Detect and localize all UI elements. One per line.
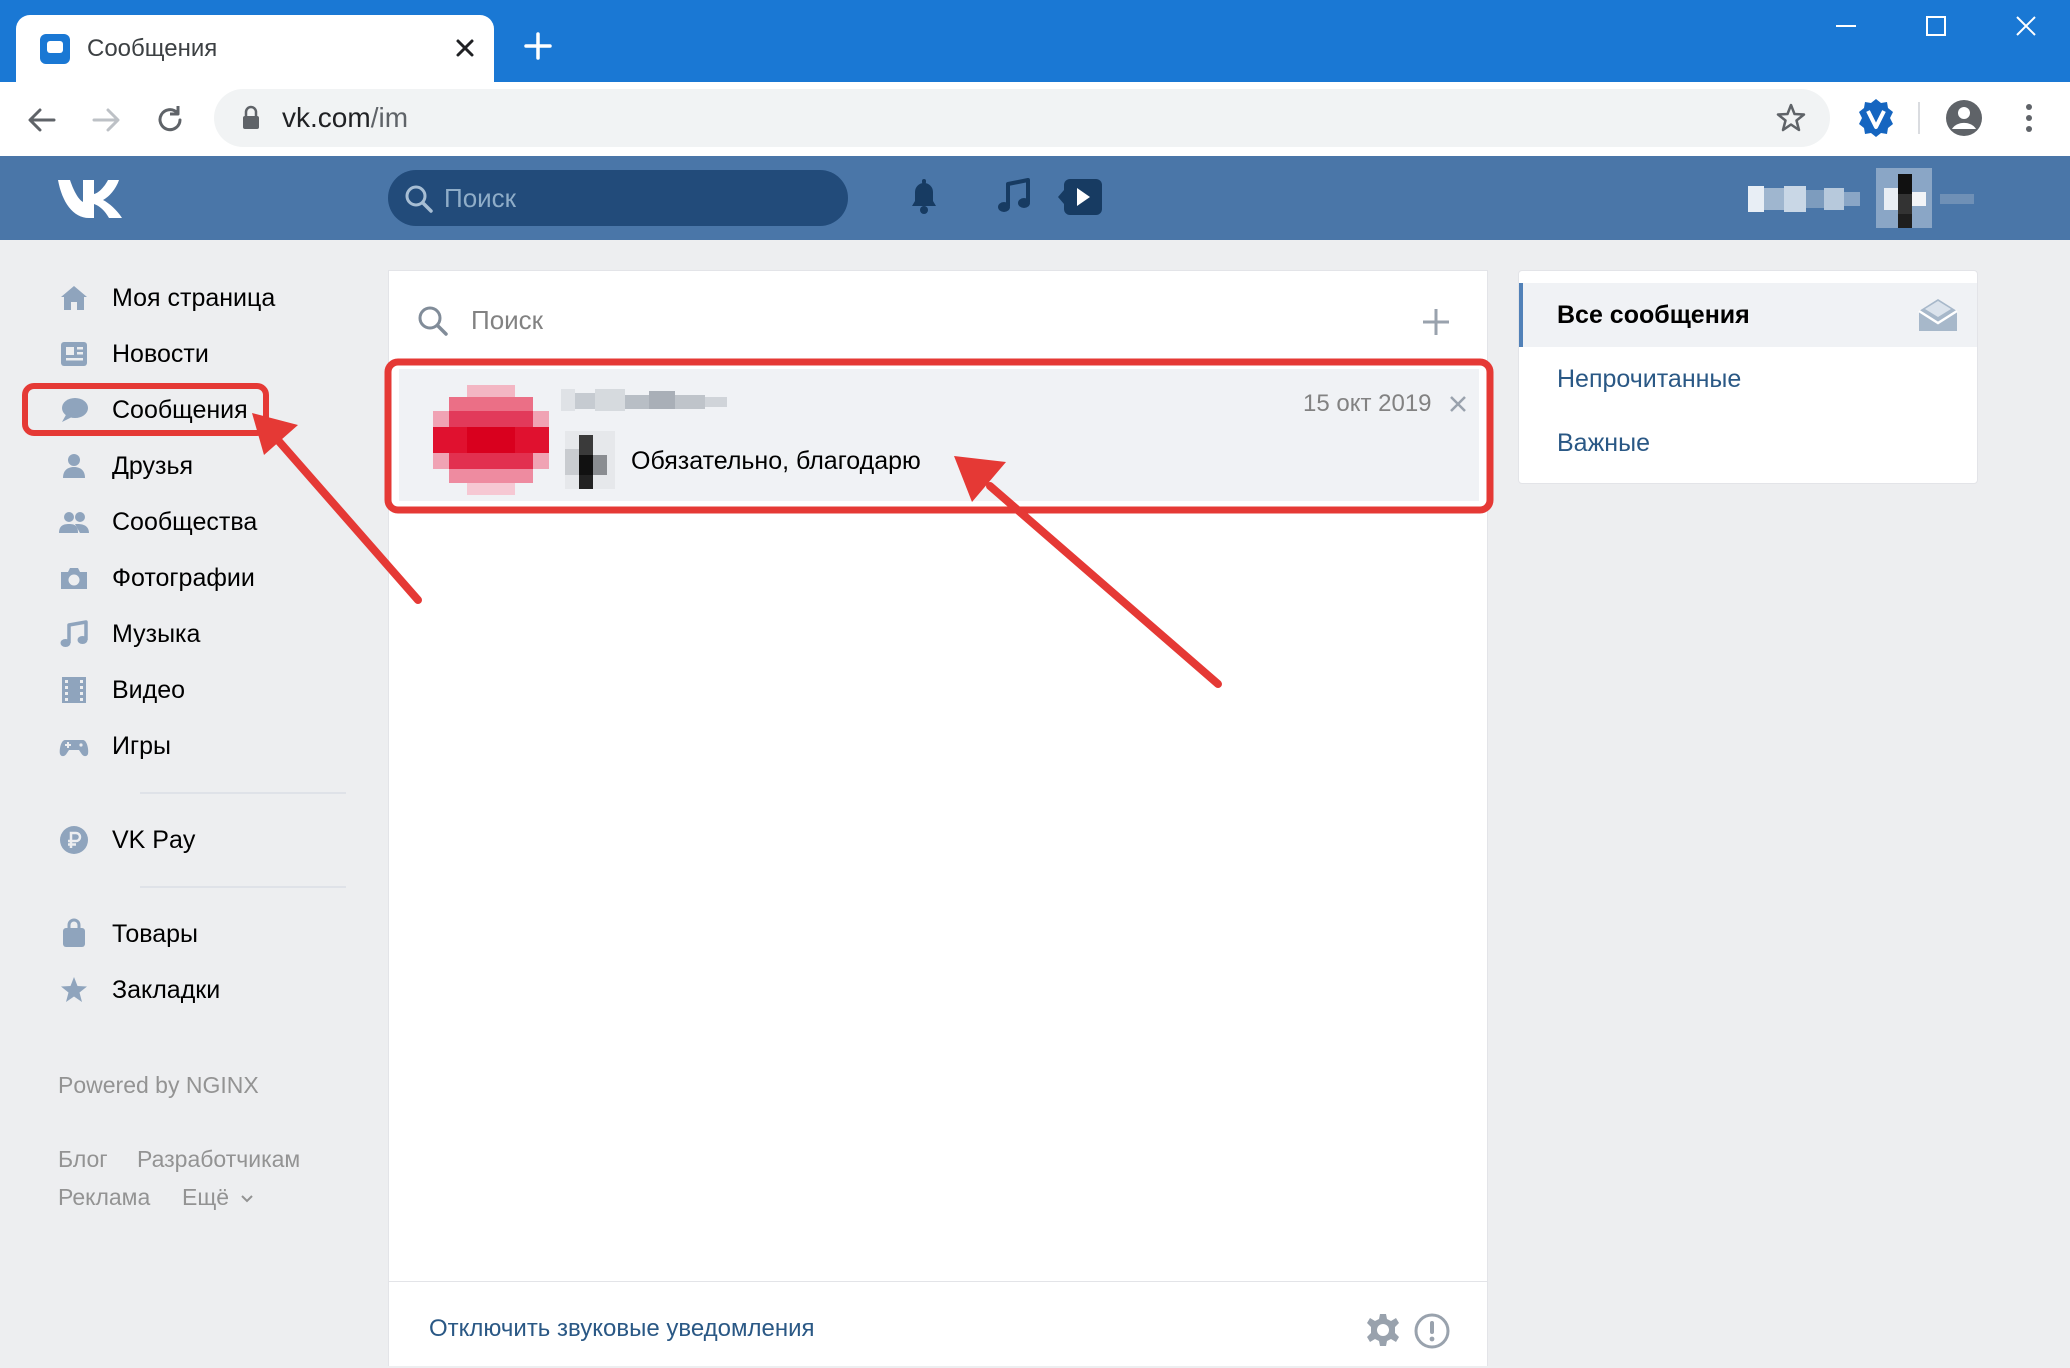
menu-label: Моя страница — [112, 284, 276, 312]
disable-sound-notifications-link[interactable]: Отключить звуковые уведомления — [429, 1314, 815, 1344]
news-icon — [58, 338, 90, 370]
warning-info-icon[interactable] — [1413, 1312, 1451, 1350]
vk-header: Поиск — [0, 156, 2070, 240]
url-text: vk.com/im — [282, 101, 408, 135]
back-arrow-icon[interactable] — [22, 100, 62, 140]
avatar[interactable] — [1876, 168, 1932, 228]
menu-label: Товары — [112, 920, 198, 948]
vk-search-input[interactable]: Поиск — [388, 170, 848, 226]
powered-by-text: Powered by NGINX — [58, 1072, 259, 1098]
footer-link-blog[interactable]: Блог — [58, 1144, 108, 1174]
music-note-icon — [58, 618, 90, 650]
filter-unread[interactable]: Непрочитанные — [1519, 347, 1977, 411]
browser-menu-dots-icon[interactable] — [2014, 98, 2044, 138]
filter-label: Непрочитанные — [1557, 365, 1742, 393]
new-tab-plus-icon[interactable] — [520, 28, 556, 64]
forward-arrow-icon[interactable] — [86, 100, 126, 140]
messages-icon — [58, 394, 90, 426]
gamepad-icon — [58, 730, 90, 762]
communities-icon — [58, 506, 90, 538]
menu-label: Видео — [112, 676, 186, 704]
video-icon[interactable] — [1054, 176, 1106, 218]
url-domain: vk.com — [282, 102, 371, 133]
chevron-down-icon[interactable] — [1940, 192, 1974, 206]
messages-search-input[interactable]: Поиск — [471, 303, 543, 337]
filter-important[interactable]: Важные — [1519, 411, 1977, 475]
friends-icon — [58, 450, 90, 482]
browser-tab[interactable]: Сообщения — [16, 15, 494, 82]
lock-icon — [240, 104, 262, 132]
menu-label: Сообщества — [112, 508, 258, 536]
messages-panel: Поиск 15 окт 2019 Обязательно, благодарю… — [388, 270, 1488, 1366]
vk-search-placeholder: Поиск — [444, 183, 517, 213]
profile-avatar-icon[interactable] — [1944, 98, 1984, 138]
reload-icon[interactable] — [150, 100, 190, 140]
bookmark-star-icon[interactable] — [1774, 101, 1808, 135]
filter-all-messages[interactable]: Все сообщения — [1519, 283, 1977, 347]
browser-titlebar: Сообщения — [0, 0, 2070, 82]
menu-label: Фотографии — [112, 564, 255, 592]
menu-label: Друзья — [112, 452, 194, 480]
menu-label: Закладки — [112, 976, 221, 1004]
messages-footer: Отключить звуковые уведомления — [389, 1281, 1487, 1368]
dialog-item[interactable]: 15 окт 2019 Обязательно, благодарю — [399, 369, 1479, 501]
gear-icon[interactable] — [1365, 1312, 1401, 1348]
search-icon — [404, 184, 434, 214]
browser-toolbar: vk.com/im — [0, 82, 2070, 156]
ruble-icon — [58, 824, 90, 856]
footer-link-ads[interactable]: Реклама — [58, 1182, 150, 1212]
dialog-last-message: Обязательно, благодарю — [631, 447, 921, 475]
menu-label: Игры — [112, 732, 171, 760]
window-close-icon[interactable] — [2006, 6, 2046, 46]
star-icon — [58, 974, 90, 1006]
close-icon[interactable] — [1445, 391, 1471, 417]
window-minimize-icon[interactable] — [1826, 6, 1866, 46]
tab-title: Сообщения — [87, 35, 218, 62]
sender-avatar-pixelated — [565, 431, 615, 489]
menu-divider — [140, 792, 346, 794]
avatar[interactable] — [433, 385, 549, 495]
footer-link-developers[interactable]: Разработчикам — [137, 1144, 300, 1174]
user-name-pixelated[interactable] — [1748, 184, 1860, 214]
menu-label: Сообщения — [112, 396, 248, 424]
message-filters: Все сообщения Непрочитанные Важные — [1518, 270, 1978, 484]
dialog-date: 15 окт 2019 — [1303, 390, 1432, 417]
vk-messages-favicon-icon — [40, 34, 70, 64]
music-icon[interactable] — [994, 174, 1034, 218]
footer-link-more[interactable]: Ещё — [182, 1182, 255, 1212]
search-icon — [417, 305, 449, 337]
address-bar[interactable]: vk.com/im — [214, 89, 1830, 147]
url-path: /im — [370, 102, 409, 133]
dialog-name-pixelated[interactable] — [561, 389, 727, 411]
chevron-down-icon — [241, 1195, 254, 1203]
filter-label: Все сообщения — [1557, 301, 1750, 329]
envelope-icon[interactable] — [1917, 297, 1959, 333]
new-conversation-plus-icon[interactable] — [1419, 305, 1453, 339]
menu-divider — [140, 886, 346, 888]
filter-label: Важные — [1557, 429, 1650, 457]
vk-logo[interactable] — [56, 176, 126, 220]
menu-label: Музыка — [112, 620, 201, 648]
menu-label: Новости — [112, 340, 209, 368]
bag-icon — [58, 918, 90, 950]
home-icon — [58, 282, 90, 314]
menu-label: VK Pay — [112, 826, 196, 854]
bell-icon[interactable] — [904, 174, 944, 218]
toolbar-divider — [1918, 102, 1920, 134]
window-maximize-icon[interactable] — [1916, 6, 1956, 46]
extension-shield-icon[interactable] — [1856, 96, 1896, 140]
footer-more-label: Ещё — [182, 1184, 230, 1210]
film-icon — [58, 674, 90, 706]
camera-icon — [58, 562, 90, 594]
tab-close-icon[interactable] — [448, 31, 482, 65]
